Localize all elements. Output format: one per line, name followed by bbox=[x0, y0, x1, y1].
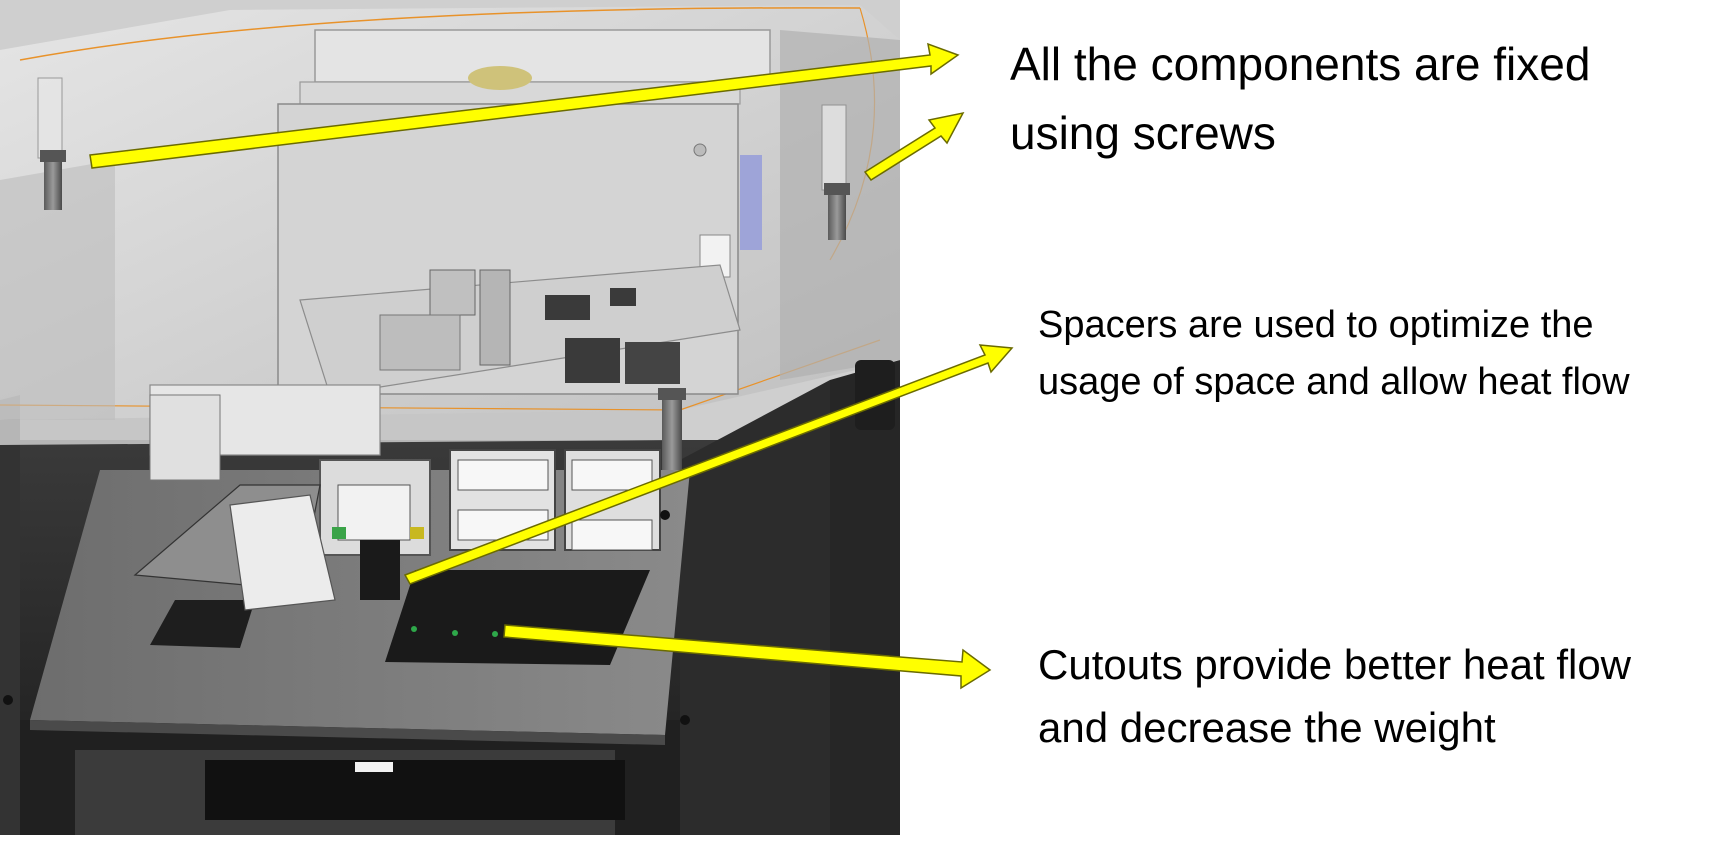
callout-spacers-line2: usage of space and allow heat flow bbox=[1038, 361, 1630, 403]
mount-hole bbox=[680, 715, 690, 725]
mount-hole bbox=[660, 510, 670, 520]
callout-cutouts: Cutouts provide better heat flow and dec… bbox=[1038, 633, 1718, 759]
callout-spacers: Spacers are used to optimize the usage o… bbox=[1038, 297, 1718, 411]
screw-icon bbox=[658, 388, 686, 470]
cad-render-illustration bbox=[0, 0, 900, 835]
plate-cutout-center bbox=[385, 570, 650, 665]
callout-cutouts-line2: and decrease the weight bbox=[1038, 704, 1496, 751]
cad-render bbox=[0, 0, 900, 835]
mount-hole bbox=[3, 695, 13, 705]
callout-screws-line2: using screws bbox=[1010, 107, 1276, 159]
callout-screws-line1: All the components are fixed bbox=[1010, 38, 1591, 90]
callout-screws: All the components are fixed using screw… bbox=[1010, 30, 1700, 168]
callout-cutouts-line1: Cutouts provide better heat flow bbox=[1038, 641, 1632, 688]
callout-spacers-line1: Spacers are used to optimize the bbox=[1038, 304, 1594, 346]
side-latch bbox=[855, 360, 895, 430]
